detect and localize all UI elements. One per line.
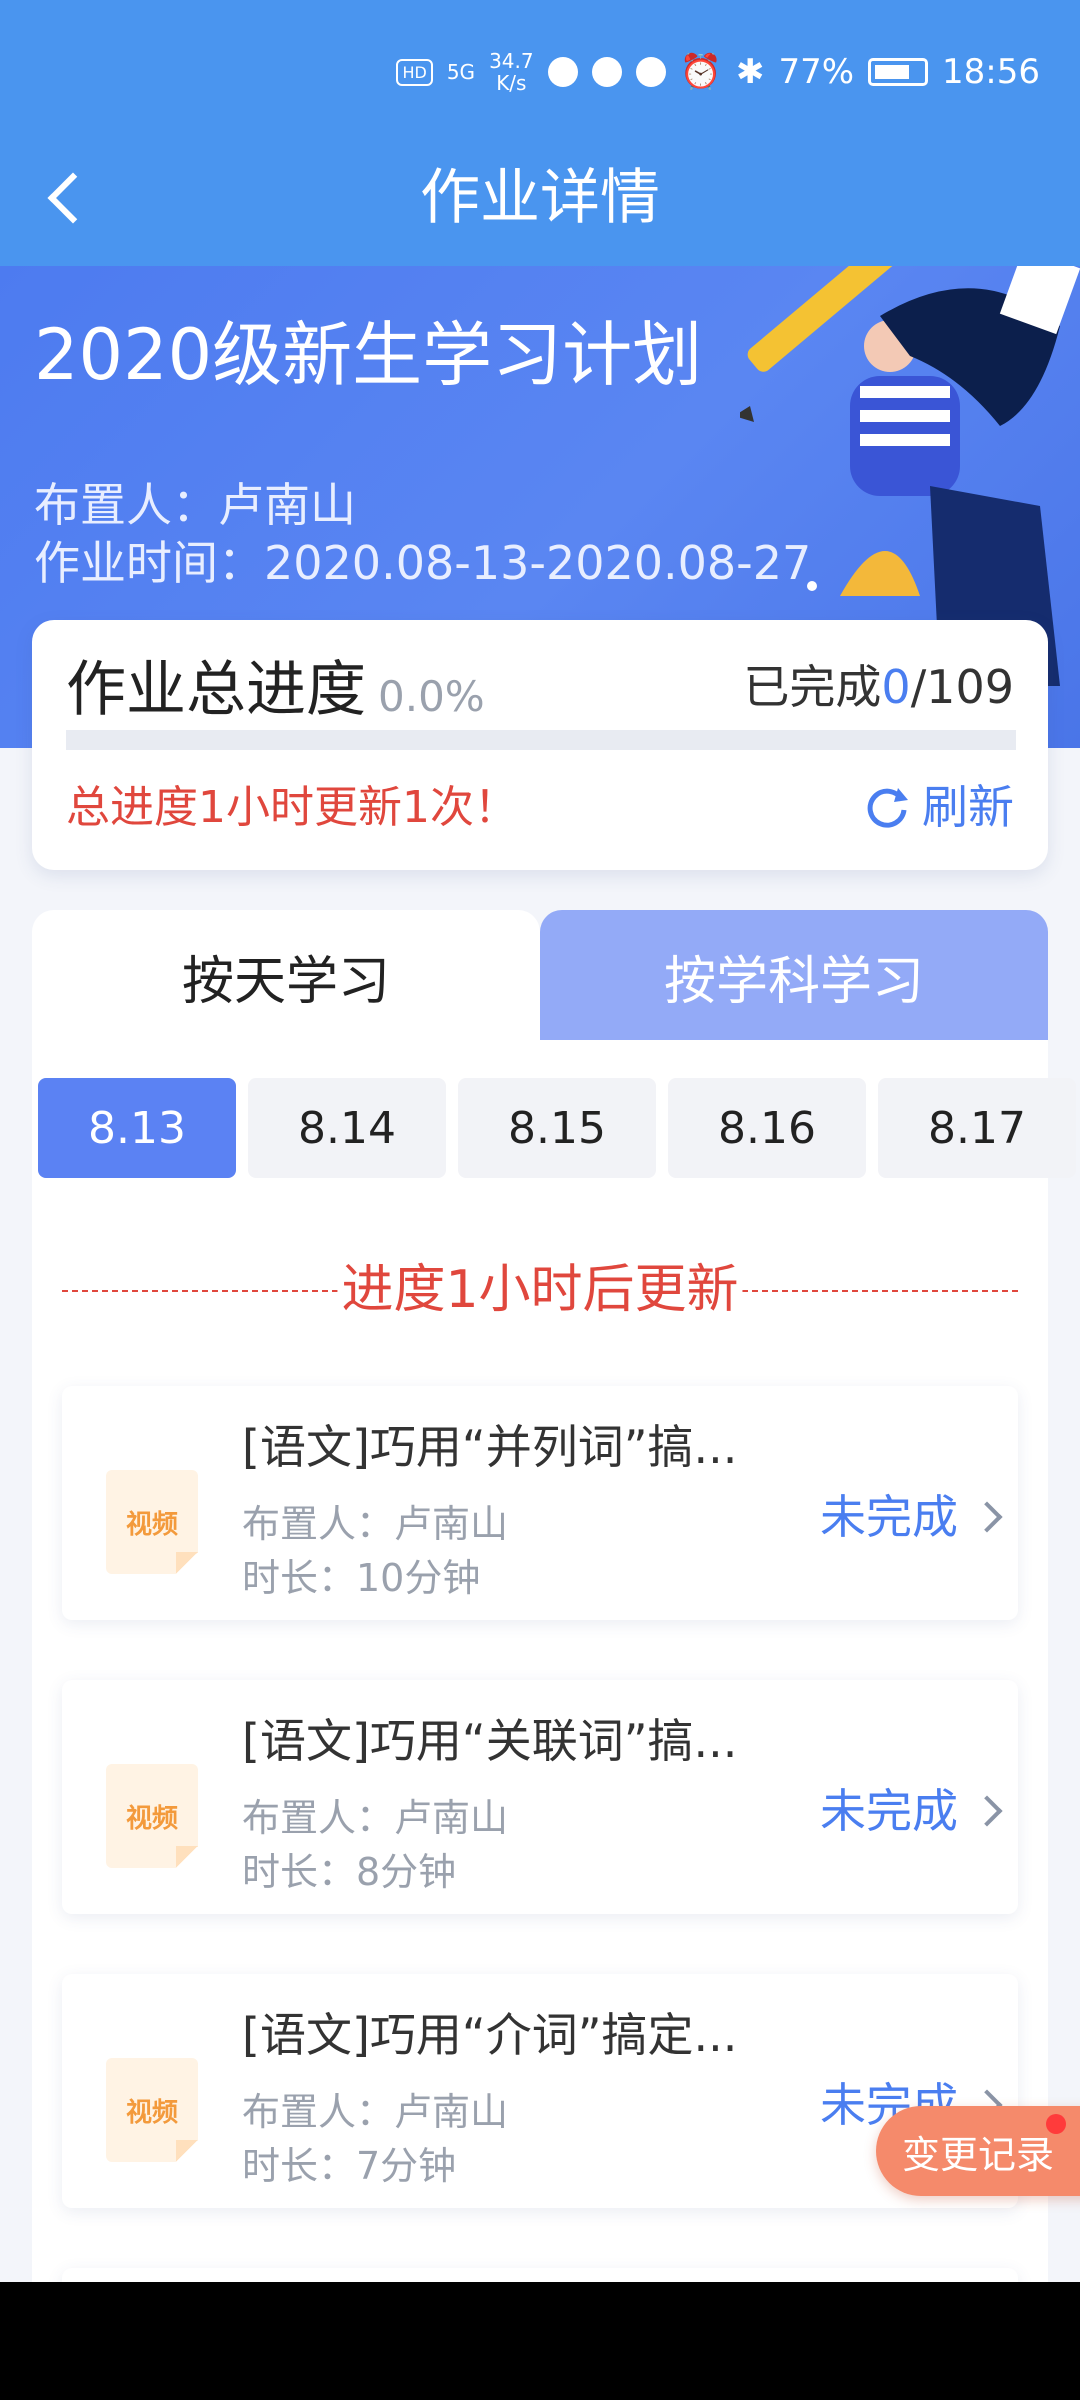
progress-title: 作业总进度 bbox=[66, 655, 366, 725]
completed-number: 0 bbox=[881, 660, 911, 714]
date-chip-8-16[interactable]: 8.16 bbox=[668, 1078, 866, 1178]
system-nav-bar bbox=[0, 2282, 1080, 2400]
video-icon: 视频 bbox=[106, 1470, 198, 1574]
battery-icon bbox=[868, 58, 929, 86]
task-assigner: 布置人：卢南山 bbox=[242, 1502, 509, 1546]
chevron-right-icon bbox=[971, 1501, 1003, 1533]
date-selector: 8.13 8.14 8.15 8.16 8.17 bbox=[38, 1078, 1076, 1178]
task-status-label: 未完成 bbox=[820, 1490, 958, 1544]
battery-percent: 77% bbox=[778, 52, 855, 92]
network-speed-unit: K/s bbox=[496, 71, 527, 95]
date-chip-8-17[interactable]: 8.17 bbox=[878, 1078, 1076, 1178]
status-icons: HD 5G 34.7 K/s ⏰ ✱ 77% 18:56 bbox=[396, 50, 1040, 94]
page-title: 作业详情 bbox=[420, 163, 660, 233]
day-panel: 8.13 8.14 8.15 8.16 8.17 进度1小时后更新 视频 [语文… bbox=[32, 1040, 1076, 2400]
plan-duration: 作业时间：2020.08-13-2020.08-27 bbox=[34, 536, 812, 590]
refresh-label: 刷新 bbox=[922, 780, 1014, 834]
task-assigner: 布置人：卢南山 bbox=[242, 1796, 509, 1840]
task-title: [语文]巧用“并列词”搞... bbox=[242, 1420, 738, 1474]
task-item[interactable]: 视频 [语文]巧用“介词”搞定... 布置人：卢南山 时长：7分钟 未完成 bbox=[62, 1974, 1018, 2208]
date-chip-8-14[interactable]: 8.14 bbox=[248, 1078, 446, 1178]
task-title: [语文]巧用“介词”搞定... bbox=[242, 2008, 738, 2062]
network-speed: 34.7 K/s bbox=[489, 50, 534, 94]
tab-by-day[interactable]: 按天学习 bbox=[32, 910, 540, 1042]
chevron-right-icon bbox=[971, 1795, 1003, 1827]
task-title: [语文]巧用“关联词”搞... bbox=[242, 1714, 738, 1768]
task-duration: 时长：7分钟 bbox=[242, 2144, 457, 2188]
task-assigner: 布置人：卢南山 bbox=[242, 2090, 509, 2134]
nav-bar: 作业详情 bbox=[0, 130, 1080, 266]
date-chip-8-15[interactable]: 8.15 bbox=[458, 1078, 656, 1178]
task-item[interactable]: 视频 [语文]巧用“并列词”搞... 布置人：卢南山 时长：10分钟 未完成 bbox=[62, 1386, 1018, 1620]
progress-update-note: 总进度1小时更新1次！ bbox=[66, 782, 518, 833]
task-status-label: 未完成 bbox=[820, 1784, 958, 1838]
video-icon: 视频 bbox=[106, 2058, 198, 2162]
study-app-icon bbox=[635, 57, 666, 87]
notification-dot bbox=[1046, 2114, 1066, 2134]
date-chip-8-13[interactable]: 8.13 bbox=[38, 1078, 236, 1178]
signal-icon: 5G bbox=[446, 60, 476, 84]
refresh-icon bbox=[862, 782, 912, 832]
bluetooth-icon: ✱ bbox=[735, 52, 765, 92]
app-notification-icon bbox=[547, 57, 578, 87]
chat-icon bbox=[591, 57, 622, 87]
network-speed-value: 34.7 bbox=[489, 49, 534, 73]
task-duration: 时长：10分钟 bbox=[242, 1556, 481, 1600]
progress-percent: 0.0% bbox=[378, 672, 485, 721]
alarm-icon: ⏰ bbox=[679, 52, 722, 92]
clock: 18:56 bbox=[942, 52, 1040, 92]
completed-count: 已完成0/109 bbox=[743, 656, 1014, 718]
completed-total: /109 bbox=[910, 660, 1014, 714]
progress-card: 作业总进度 0.0% 已完成0/109 总进度1小时更新1次！ 刷新 bbox=[32, 620, 1048, 870]
study-mode-tabs: 按天学习 按学科学习 bbox=[32, 910, 1048, 1042]
video-icon: 视频 bbox=[106, 1764, 198, 1868]
task-status[interactable]: 未完成 bbox=[820, 1780, 1003, 1842]
tab-by-subject[interactable]: 按学科学习 bbox=[540, 910, 1048, 1042]
completed-prefix: 已完成 bbox=[743, 660, 882, 714]
plan-title: 2020级新生学习计划 bbox=[34, 314, 703, 396]
hd-icon: HD bbox=[396, 58, 433, 86]
refresh-button[interactable]: 刷新 bbox=[862, 776, 1014, 838]
task-item[interactable]: 视频 [语文]巧用“关联词”搞... 布置人：卢南山 时长：8分钟 未完成 bbox=[62, 1680, 1018, 1914]
update-notice: 进度1小时后更新 bbox=[62, 1260, 1018, 1320]
update-notice-text: 进度1小时后更新 bbox=[337, 1260, 743, 1320]
task-duration: 时长：8分钟 bbox=[242, 1850, 457, 1894]
plan-assigner: 布置人：卢南山 bbox=[34, 478, 356, 532]
progress-bar bbox=[66, 730, 1016, 750]
task-status[interactable]: 未完成 bbox=[820, 1486, 1003, 1548]
